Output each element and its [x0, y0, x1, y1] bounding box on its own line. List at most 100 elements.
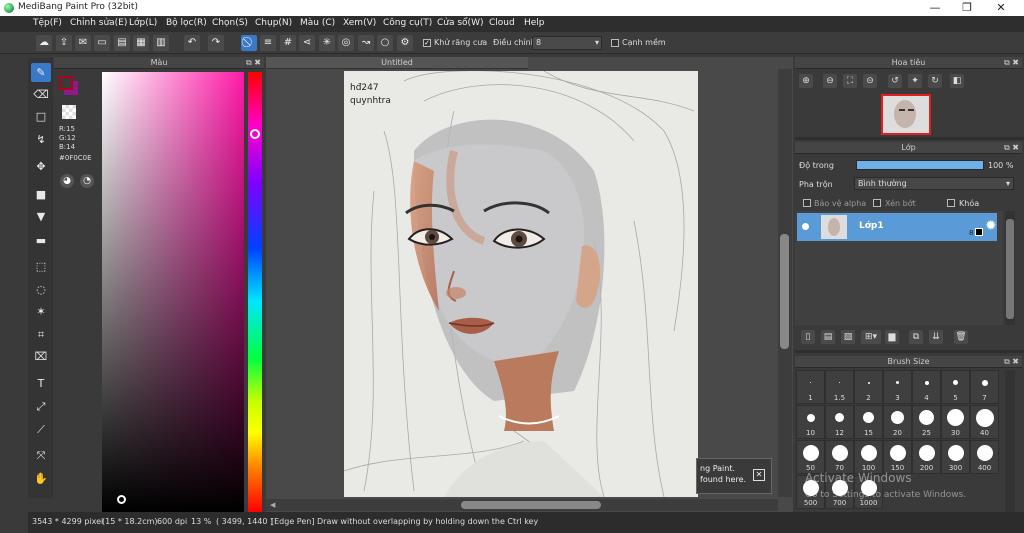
- ellipse-snap-icon[interactable]: ○: [377, 35, 393, 51]
- merge-layer-icon[interactable]: ⇊: [929, 330, 943, 344]
- vertical-scrollbar[interactable]: [778, 69, 792, 497]
- duplicate-layer-icon[interactable]: ⧉: [909, 330, 923, 344]
- palette-add-icon[interactable]: ◔: [80, 174, 94, 188]
- opacity-slider[interactable]: [856, 160, 984, 170]
- rotate-right-icon[interactable]: ↻: [928, 74, 942, 88]
- settings-icon[interactable]: ⚙: [397, 35, 413, 51]
- protect-alpha-checkbox[interactable]: [803, 199, 811, 207]
- grid-page-icon[interactable]: ▦: [133, 35, 149, 51]
- adjust-select[interactable]: 8 ▾: [532, 36, 602, 50]
- move-tool-icon[interactable]: ✥: [31, 157, 51, 176]
- brush-size-option[interactable]: 100: [854, 440, 883, 474]
- brush-size-option[interactable]: 1.5: [825, 370, 854, 404]
- brush-size-option[interactable]: 15: [854, 405, 883, 439]
- brush-size-option[interactable]: 150: [883, 440, 912, 474]
- menu-filter[interactable]: Bộ lọc(R): [166, 18, 207, 28]
- brush-size-option[interactable]: 25: [912, 405, 941, 439]
- eyedropper-tool-icon[interactable]: ⤧: [31, 446, 51, 465]
- zoom-in-icon[interactable]: ⊕: [799, 74, 813, 88]
- gradient-tool-icon[interactable]: ▬: [31, 231, 51, 250]
- parallel-snap-icon[interactable]: ≡: [260, 35, 276, 51]
- brush-size-option[interactable]: 40: [970, 405, 999, 439]
- menu-help[interactable]: Help: [524, 18, 545, 28]
- undo-icon[interactable]: ↶: [184, 35, 200, 51]
- new-layer-8bit-icon[interactable]: ▤: [821, 330, 835, 344]
- document-tab[interactable]: Untitled: [266, 57, 528, 69]
- brush-size-option[interactable]: 12: [825, 405, 854, 439]
- menu-edit[interactable]: Chỉnh sửa(E): [70, 18, 127, 28]
- brush-size-scrollbar[interactable]: [1005, 370, 1015, 512]
- menu-view[interactable]: Xem(V): [343, 18, 376, 28]
- primary-color-swatch[interactable]: [59, 76, 73, 90]
- brush-size-option[interactable]: 50: [796, 440, 825, 474]
- layer-settings-gear-icon[interactable]: ✹: [985, 218, 997, 234]
- flip-icon[interactable]: ◧: [950, 74, 964, 88]
- hue-slider[interactable]: [248, 72, 262, 512]
- delete-layer-icon[interactable]: 🗑: [954, 330, 968, 344]
- brush-size-option[interactable]: 4: [912, 370, 941, 404]
- minimize-button[interactable]: —: [918, 0, 952, 16]
- grid-snap-icon[interactable]: #: [280, 35, 296, 51]
- reset-rotation-icon[interactable]: ✦: [908, 74, 922, 88]
- bucket-tool-icon[interactable]: ▼: [31, 207, 51, 226]
- visibility-eye-icon[interactable]: [802, 223, 809, 230]
- hand-tool-icon[interactable]: ✋: [31, 469, 51, 488]
- dot-tool-icon[interactable]: □: [31, 107, 51, 126]
- vertical-scroll-thumb[interactable]: [780, 234, 789, 349]
- brush-size-option[interactable]: 3: [883, 370, 912, 404]
- fit-view-icon[interactable]: ⛶: [843, 74, 857, 88]
- sharp-checkbox[interactable]: [611, 39, 619, 47]
- text-tool-icon[interactable]: T: [31, 374, 51, 393]
- rotate-left-icon[interactable]: ↺: [888, 74, 902, 88]
- page-icon[interactable]: ▤: [114, 35, 130, 51]
- fill-rect-tool-icon[interactable]: ■: [31, 185, 51, 204]
- hue-handle[interactable]: [250, 129, 260, 139]
- close-button[interactable]: ✕: [984, 0, 1018, 16]
- menu-file[interactable]: Tệp(F): [33, 18, 62, 28]
- blend-mode-select[interactable]: Bình thường ▾: [854, 177, 1014, 190]
- palette-icon[interactable]: ◕: [60, 174, 74, 188]
- select-eraser-tool-icon[interactable]: ⌧: [31, 347, 51, 366]
- transparent-swatch[interactable]: [62, 105, 76, 119]
- brush-size-option[interactable]: 70: [825, 440, 854, 474]
- snap-off-icon[interactable]: ⃠: [241, 35, 257, 51]
- clipping-checkbox[interactable]: [873, 199, 881, 207]
- zoom-out-icon[interactable]: ⊖: [823, 74, 837, 88]
- layer-scrollbar[interactable]: [1005, 211, 1015, 325]
- actual-size-icon[interactable]: ⊝: [863, 74, 877, 88]
- menu-select[interactable]: Chọn(S): [212, 18, 248, 28]
- navigator-thumbnail[interactable]: [881, 94, 931, 135]
- eraser-tool-icon[interactable]: ⌫: [31, 85, 51, 104]
- magic-wand-tool-icon[interactable]: ✶: [31, 302, 51, 321]
- perspective-snap-icon[interactable]: ⋖: [299, 35, 315, 51]
- brush-size-option[interactable]: 2: [854, 370, 883, 404]
- new-layer-icon[interactable]: ▯: [801, 330, 815, 344]
- layer-name[interactable]: Lớp1: [859, 221, 884, 231]
- brush-size-option[interactable]: 300: [941, 440, 970, 474]
- select-pen-tool-icon[interactable]: ⌗: [31, 325, 51, 344]
- maximize-button[interactable]: ❐: [950, 0, 984, 16]
- menu-color[interactable]: Màu (C): [300, 18, 335, 28]
- panel-controls-icon[interactable]: ⧉ ✖: [1004, 57, 1019, 69]
- panel-controls-icon[interactable]: ⧉ ✖: [1004, 356, 1019, 368]
- horizontal-scrollbar[interactable]: ◀: [266, 499, 778, 511]
- notification-close-icon[interactable]: ✕: [753, 469, 765, 481]
- comment-icon[interactable]: ✉: [75, 35, 91, 51]
- folder-icon[interactable]: ▆: [885, 330, 899, 344]
- curve-snap-icon[interactable]: ↝: [358, 35, 374, 51]
- bezier-tool-icon[interactable]: ↯: [31, 130, 51, 149]
- brush-size-option[interactable]: 1: [796, 370, 825, 404]
- lasso-tool-icon[interactable]: ◌: [31, 280, 51, 299]
- saturation-value-picker[interactable]: [102, 72, 244, 512]
- scroll-left-icon[interactable]: ◀: [270, 501, 275, 509]
- divide-tool-icon[interactable]: ⟋: [31, 420, 51, 439]
- new-layer-1bit-icon[interactable]: ▧: [841, 330, 855, 344]
- sv-cursor[interactable]: [117, 495, 126, 504]
- menu-cloud[interactable]: Cloud: [489, 18, 515, 28]
- brush-size-option[interactable]: 400: [970, 440, 999, 474]
- layer-row[interactable]: Lớp1 8 ✹: [797, 213, 997, 241]
- panel-controls-icon[interactable]: ⧉ ✖: [246, 57, 261, 69]
- brush-size-option[interactable]: 200: [912, 440, 941, 474]
- radial-snap-icon[interactable]: ✳: [319, 35, 335, 51]
- chat-icon[interactable]: ▭: [94, 35, 110, 51]
